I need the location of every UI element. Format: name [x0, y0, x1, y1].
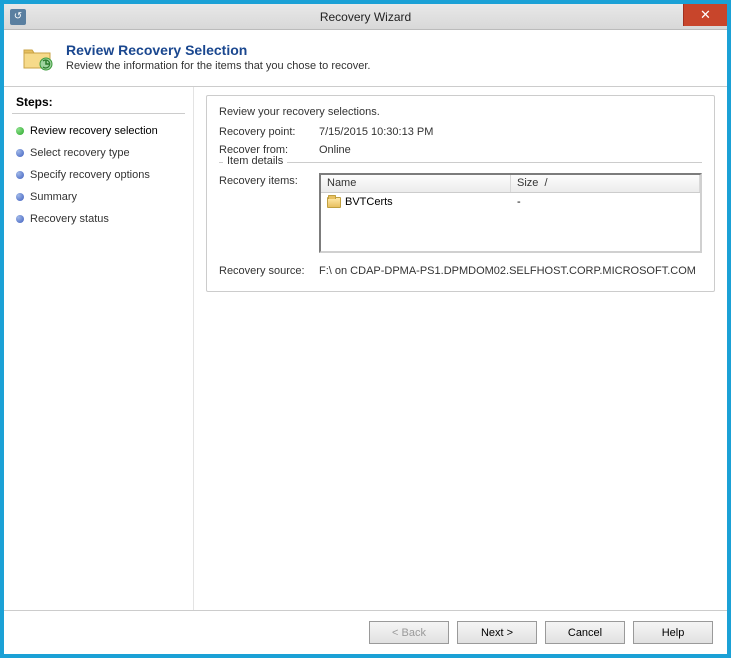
button-bar: < Back Next > Cancel Help	[4, 610, 727, 654]
list-item[interactable]: BVTCerts -	[321, 193, 700, 211]
page-title: Review Recovery Selection	[66, 42, 370, 58]
column-header-name[interactable]: Name	[321, 175, 511, 192]
step-bullet-icon	[16, 127, 24, 135]
step-label: Specify recovery options	[30, 169, 150, 181]
recovery-source-value: F:\ on CDAP-DPMA-PS1.DPMDOM02.SELFHOST.C…	[319, 265, 696, 277]
steps-sidebar: Steps: Review recovery selection Select …	[4, 87, 194, 610]
recovery-items-label: Recovery items:	[219, 173, 309, 187]
recovery-source-label: Recovery source:	[219, 265, 319, 277]
item-details-legend: Item details	[223, 155, 287, 167]
main-panel: Review your recovery selections. Recover…	[194, 87, 727, 610]
item-name: BVTCerts	[345, 196, 393, 208]
recover-from-value: Online	[319, 144, 351, 156]
header-text: Review Recovery Selection Review the inf…	[66, 42, 370, 72]
step-review-recovery-selection[interactable]: Review recovery selection	[12, 120, 185, 142]
main-content-box: Review your recovery selections. Recover…	[206, 95, 715, 292]
intro-text: Review your recovery selections.	[219, 106, 702, 118]
recovery-items-row: Recovery items: Name Size / BVTCerts	[219, 173, 702, 253]
recovery-point-row: Recovery point: 7/15/2015 10:30:13 PM	[219, 126, 702, 138]
step-label: Select recovery type	[30, 147, 130, 159]
close-button[interactable]: ✕	[683, 4, 727, 26]
wizard-window: ↺ Recovery Wizard ✕ Review Recovery Sele…	[0, 0, 731, 658]
recovery-folder-icon	[22, 44, 54, 72]
column-header-size-text: Size	[517, 177, 538, 189]
step-label: Recovery status	[30, 213, 109, 225]
wizard-body: Steps: Review recovery selection Select …	[4, 87, 727, 610]
cancel-button[interactable]: Cancel	[545, 621, 625, 644]
recover-from-row: Recover from: Online	[219, 144, 702, 156]
wizard-header: Review Recovery Selection Review the inf…	[4, 30, 727, 87]
next-button[interactable]: Next >	[457, 621, 537, 644]
steps-title: Steps:	[12, 95, 185, 114]
recovery-point-value: 7/15/2015 10:30:13 PM	[319, 126, 433, 138]
titlebar: ↺ Recovery Wizard ✕	[4, 4, 727, 30]
step-recovery-status[interactable]: Recovery status	[12, 208, 185, 230]
item-size: -	[511, 195, 700, 209]
folder-icon	[327, 197, 341, 208]
step-specify-recovery-options[interactable]: Specify recovery options	[12, 164, 185, 186]
item-details-group: Item details Recovery items: Name Size /	[219, 162, 702, 277]
close-icon: ✕	[700, 7, 711, 23]
recovery-items-listview[interactable]: Name Size / BVTCerts -	[319, 173, 702, 253]
step-label: Review recovery selection	[30, 125, 158, 137]
step-bullet-icon	[16, 193, 24, 201]
recovery-source-row: Recovery source: F:\ on CDAP-DPMA-PS1.DP…	[219, 265, 702, 277]
help-button[interactable]: Help	[633, 621, 713, 644]
window-title: Recovery Wizard	[4, 10, 727, 24]
column-header-size[interactable]: Size /	[511, 175, 700, 192]
back-button[interactable]: < Back	[369, 621, 449, 644]
recovery-point-label: Recovery point:	[219, 126, 319, 138]
step-bullet-icon	[16, 171, 24, 179]
step-label: Summary	[30, 191, 77, 203]
page-subtitle: Review the information for the items tha…	[66, 60, 370, 72]
step-summary[interactable]: Summary	[12, 186, 185, 208]
step-select-recovery-type[interactable]: Select recovery type	[12, 142, 185, 164]
step-bullet-icon	[16, 215, 24, 223]
step-bullet-icon	[16, 149, 24, 157]
listview-header: Name Size /	[321, 175, 700, 193]
